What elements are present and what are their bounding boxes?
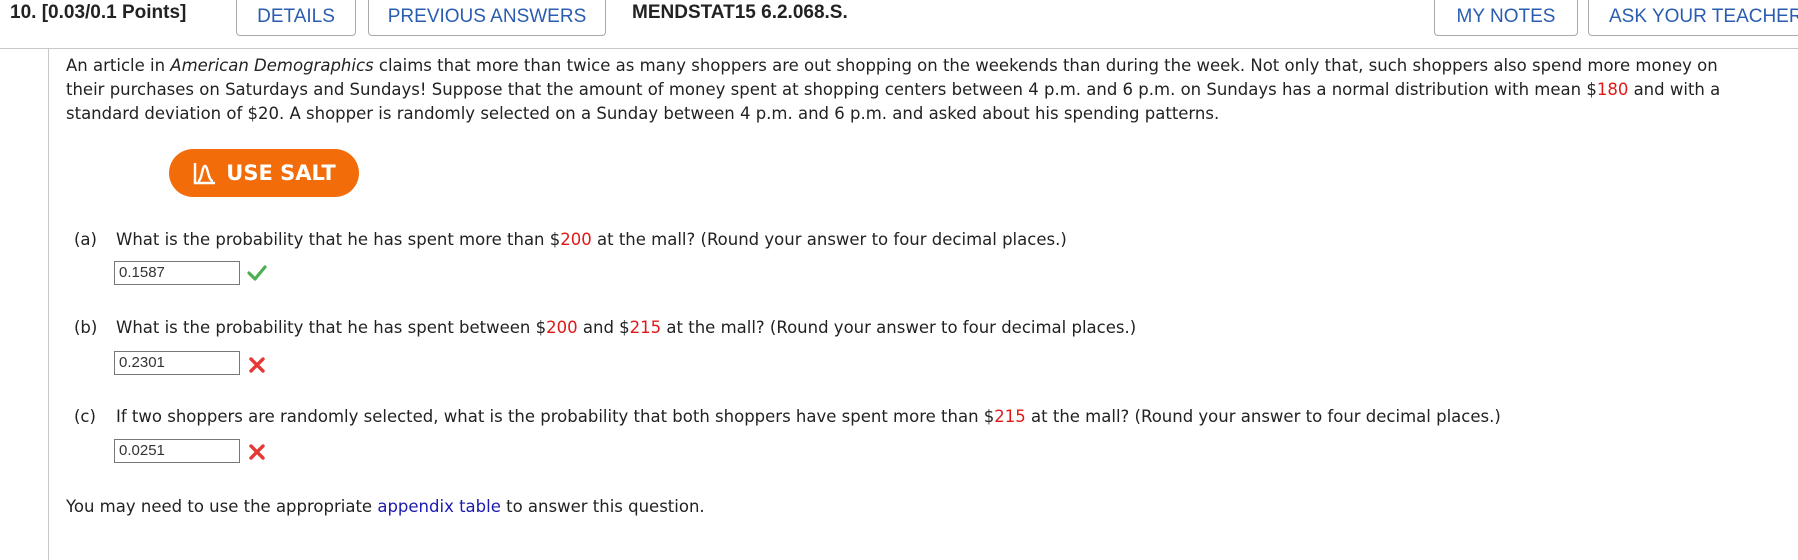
intro-text-1: An article in — [66, 56, 171, 75]
part-a-letter: (a) — [74, 230, 97, 249]
footer-text-1: You may need to use the appropriate — [66, 497, 378, 516]
part-c-text-2: at the mall? (Round your answer to four … — [1025, 407, 1501, 426]
footer-note: You may need to use the appropriate appe… — [66, 497, 705, 516]
part-b-letter: (b) — [74, 318, 98, 337]
appendix-table-link[interactable]: appendix table — [377, 497, 501, 516]
tab-previous-answers[interactable]: PREVIOUS ANSWERS — [368, 0, 606, 36]
mean-value: 180 — [1596, 80, 1629, 99]
part-b-question: What is the probability that he has spen… — [116, 318, 1136, 337]
checkmark-icon — [247, 265, 267, 281]
intro-paragraph: An article in American Demographics clai… — [66, 54, 1756, 126]
part-a-value: 200 — [560, 230, 592, 249]
part-a-answer-field[interactable]: 0.1587 — [114, 261, 240, 285]
use-salt-label: USE SALT — [226, 161, 336, 185]
left-divider — [48, 48, 49, 560]
part-b-text-3: at the mall? (Round your answer to four … — [661, 318, 1137, 337]
salt-chart-icon — [194, 163, 216, 185]
question-title: 10. [0.03/0.1 Points] — [10, 2, 186, 24]
part-c-letter: (c) — [74, 407, 96, 426]
publication-title: American Demographics — [170, 56, 374, 75]
points-label: [0.03/0.1 Points] — [41, 2, 187, 23]
part-b-value-2: 215 — [629, 318, 662, 337]
x-mark-icon — [249, 357, 265, 373]
part-a-question: What is the probability that he has spen… — [116, 230, 1067, 249]
tab-my-notes[interactable]: MY NOTES — [1434, 0, 1578, 36]
part-a-text-2: at the mall? (Round your answer to four … — [591, 230, 1067, 249]
part-a-text-1: What is the probability that he has spen… — [116, 230, 561, 249]
question-body: An article in American Demographics clai… — [66, 54, 1766, 126]
footer-text-2: to answer this question. — [500, 497, 705, 516]
part-b-text-2: and $ — [577, 318, 630, 337]
x-mark-icon — [249, 444, 265, 460]
part-b-answer-field[interactable]: 0.2301 — [114, 351, 240, 375]
use-salt-button[interactable]: USE SALT — [169, 149, 359, 197]
tab-details[interactable]: DETAILS — [236, 0, 356, 36]
problem-code: MENDSTAT15 6.2.068.S. — [632, 2, 848, 23]
part-c-value: 215 — [994, 407, 1026, 426]
part-c-question: If two shoppers are randomly selected, w… — [116, 407, 1501, 426]
question-number: 10. — [10, 2, 37, 23]
tab-ask-teacher[interactable]: ASK YOUR TEACHER — [1588, 0, 1798, 36]
question-header: 10. [0.03/0.1 Points] DETAILS PREVIOUS A… — [0, 0, 1798, 49]
part-c-answer-field[interactable]: 0.0251 — [114, 439, 240, 463]
part-b-value-1: 200 — [546, 318, 578, 337]
part-b-text-1: What is the probability that he has spen… — [116, 318, 547, 337]
part-c-text-1: If two shoppers are randomly selected, w… — [116, 407, 995, 426]
